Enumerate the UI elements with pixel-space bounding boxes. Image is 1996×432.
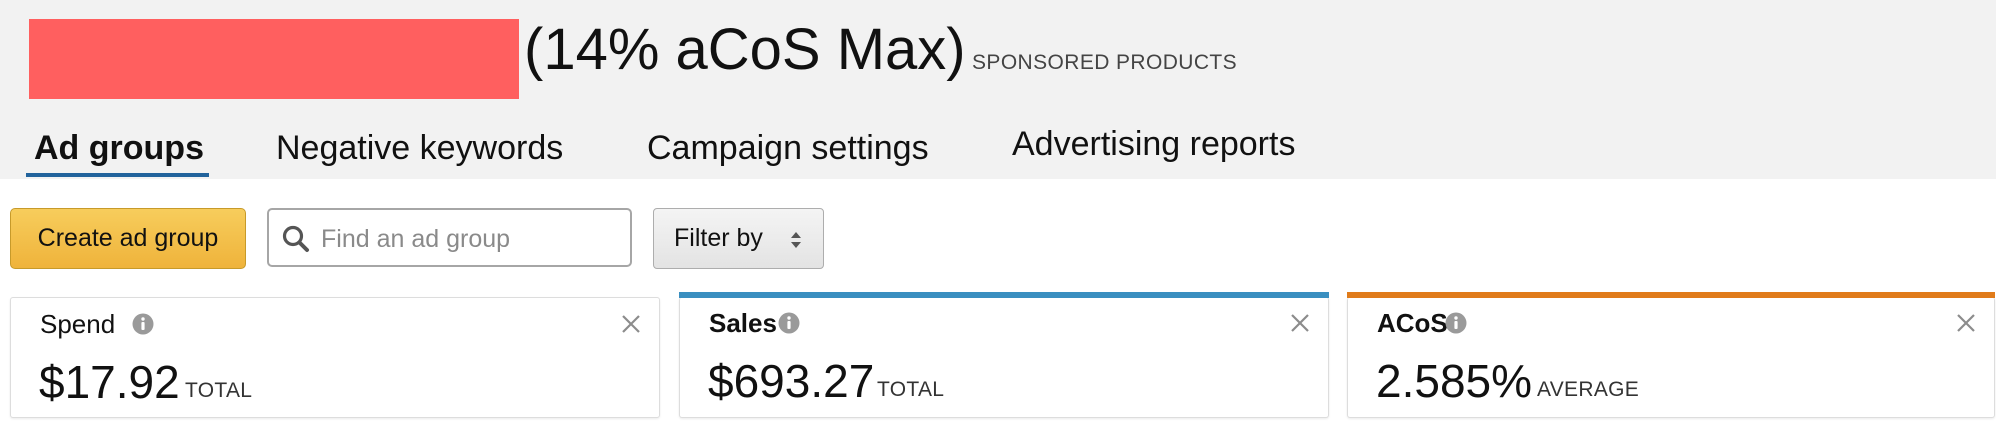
metric-card-acos[interactable]: ACoS 2.585% AVERAGE — [1347, 292, 1995, 418]
info-icon[interactable] — [1445, 312, 1467, 334]
info-icon[interactable] — [132, 313, 154, 335]
search-ad-group-field[interactable] — [267, 208, 632, 267]
filter-by-dropdown[interactable]: Filter by — [653, 208, 824, 269]
metric-unit: TOTAL — [185, 379, 253, 402]
metric-accent-bar — [1347, 292, 1995, 298]
filter-by-label: Filter by — [674, 224, 763, 252]
campaign-title: (14% aCoS Max) — [524, 17, 966, 82]
tab-advertising-reports[interactable]: Advertising reports — [1012, 124, 1295, 164]
close-icon[interactable] — [621, 314, 641, 334]
search-input[interactable] — [319, 218, 623, 260]
tab-campaign-settings[interactable]: Campaign settings — [647, 128, 929, 168]
metric-unit: TOTAL — [877, 378, 945, 401]
metric-name: ACoS — [1377, 308, 1448, 338]
metric-unit: AVERAGE — [1537, 378, 1640, 401]
campaign-page: (14% aCoS Max) SPONSORED PRODUCTS Ad gro… — [0, 0, 1996, 432]
metric-value: $17.92 — [39, 356, 180, 408]
info-icon[interactable] — [778, 312, 800, 334]
tab-negative-keywords[interactable]: Negative keywords — [276, 128, 563, 168]
metric-accent-bar — [679, 292, 1329, 298]
create-ad-group-button[interactable]: Create ad group — [10, 208, 246, 269]
sort-caret-icon — [790, 231, 802, 249]
metric-name: Spend — [40, 309, 116, 339]
metric-card-sales[interactable]: Sales $693.27 TOTAL — [679, 292, 1329, 418]
campaign-type-label: SPONSORED PRODUCTS — [972, 51, 1238, 74]
close-icon[interactable] — [1290, 313, 1310, 333]
metric-card-spend[interactable]: Spend $17.92 TOTAL — [10, 297, 660, 418]
redacted-campaign-name — [29, 19, 519, 99]
campaign-header: (14% aCoS Max) SPONSORED PRODUCTS Ad gro… — [0, 0, 1996, 179]
active-tab-indicator — [26, 173, 209, 177]
metric-value: $693.27 — [708, 355, 875, 407]
tab-ad-groups[interactable]: Ad groups — [34, 128, 204, 168]
metric-value: 2.585% — [1376, 355, 1533, 407]
search-icon — [281, 224, 311, 254]
close-icon[interactable] — [1956, 313, 1976, 333]
metric-name: Sales — [709, 308, 777, 338]
